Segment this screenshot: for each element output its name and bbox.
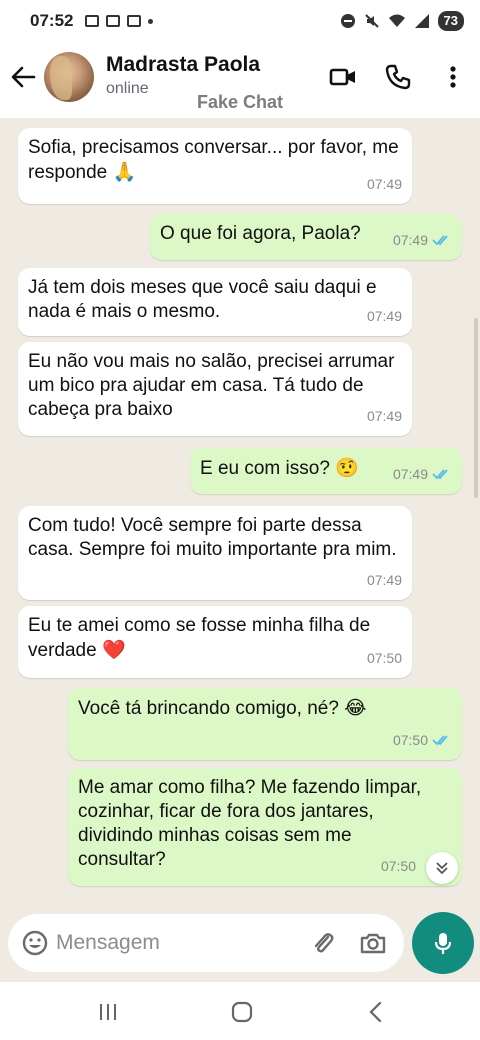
scroll-down-icon xyxy=(436,862,448,875)
system-nav-bar xyxy=(0,982,480,1040)
back-arrow-icon[interactable] xyxy=(8,62,38,92)
message-text: Me amar como filha? Me fazendo limpar, c… xyxy=(78,777,422,870)
chat-scrollbar[interactable] xyxy=(474,318,478,498)
message-text: Eu te amei como se fosse minha filha de … xyxy=(28,615,371,661)
dnd-icon xyxy=(340,14,355,28)
message-emoji: 🤨 xyxy=(335,457,359,479)
more-vert-icon[interactable] xyxy=(438,62,468,92)
message-time: 07:50 xyxy=(366,650,402,666)
message-time: 07:50 xyxy=(380,858,416,874)
message-bubble[interactable]: Já tem dois meses que você saiu daqui e … xyxy=(18,268,412,336)
message-time: 07:49 xyxy=(366,308,402,324)
message-bubble[interactable]: E eu com isso? 🤨 07:49 xyxy=(190,448,462,494)
phone-icon[interactable] xyxy=(383,62,413,92)
camera-icon[interactable] xyxy=(358,928,388,958)
signal-icon xyxy=(414,14,429,28)
message-bubble[interactable]: Você tá brincando comigo, né? 😂 07:50 xyxy=(68,688,462,760)
status-time: 07:52 xyxy=(30,11,74,30)
attach-icon[interactable] xyxy=(308,928,338,958)
more-notifications-icon xyxy=(148,18,154,24)
back-nav-icon[interactable] xyxy=(362,998,390,1026)
message-bubble[interactable]: Eu não vou mais no salão, precisei arrum… xyxy=(18,342,412,436)
mic-icon xyxy=(434,933,452,954)
message-text: Já tem dois meses que você saiu daqui e … xyxy=(28,277,377,322)
screenshot-icon xyxy=(85,15,100,27)
notification-icons xyxy=(85,15,154,27)
message-bubble[interactable]: Me amar como filha? Me fazendo limpar, c… xyxy=(68,768,462,886)
message-emoji: 🙏 xyxy=(112,161,137,183)
read-ticks-icon xyxy=(432,235,448,246)
video-call-icon[interactable] xyxy=(328,62,358,92)
message-emoji: ❤️ xyxy=(101,639,126,661)
recents-icon[interactable] xyxy=(94,998,122,1026)
message-time: 07:49 xyxy=(392,466,428,482)
message-emoji: 😂 xyxy=(344,697,367,719)
message-text: Sofia, precisamos conversar... por favor… xyxy=(28,137,399,183)
message-text: Eu não vou mais no salão, precisei arrum… xyxy=(28,351,395,420)
battery-indicator: 73 xyxy=(437,11,464,31)
message-bubble[interactable]: O que foi agora, Paola? 07:49 xyxy=(150,214,462,260)
contact-name[interactable]: Madrasta Paola xyxy=(106,53,260,77)
message-time: 07:49 xyxy=(392,232,428,248)
message-bubble[interactable]: Com tudo! Você sempre foi parte dessa ca… xyxy=(18,506,412,600)
message-text: O que foi agora, Paola? xyxy=(160,223,361,244)
message-time: 07:49 xyxy=(366,572,402,588)
message-time: 07:49 xyxy=(366,408,402,424)
wifi-icon xyxy=(388,14,405,27)
message-input[interactable]: Mensagem xyxy=(56,931,160,955)
message-bubble[interactable]: Eu te amei como se fosse minha filha de … xyxy=(18,606,412,678)
watermark: Fake Chat xyxy=(196,92,284,112)
mic-button[interactable] xyxy=(412,912,474,974)
mute-icon xyxy=(364,14,379,28)
gallery-icon xyxy=(106,15,121,27)
message-text: E eu com isso? xyxy=(200,458,330,479)
message-time: 07:49 xyxy=(366,176,402,192)
status-bar: 07:52 73 xyxy=(0,0,480,42)
message-text: Com tudo! Você sempre foi parte dessa ca… xyxy=(28,515,397,560)
read-ticks-icon xyxy=(432,469,448,480)
chat-area[interactable]: Sofia, precisamos conversar... por favor… xyxy=(0,118,480,904)
message-input-bar[interactable]: Mensagem xyxy=(8,914,404,972)
message-time: 07:50 xyxy=(392,732,428,748)
scroll-down-button[interactable] xyxy=(426,852,458,884)
screenshot-icon-2 xyxy=(127,15,142,27)
message-text: Você tá brincando comigo, né? xyxy=(78,698,339,719)
message-bubble[interactable]: Sofia, precisamos conversar... por favor… xyxy=(18,128,412,204)
read-ticks-icon xyxy=(432,735,448,746)
emoji-icon[interactable] xyxy=(20,928,50,958)
home-icon[interactable] xyxy=(228,998,256,1026)
